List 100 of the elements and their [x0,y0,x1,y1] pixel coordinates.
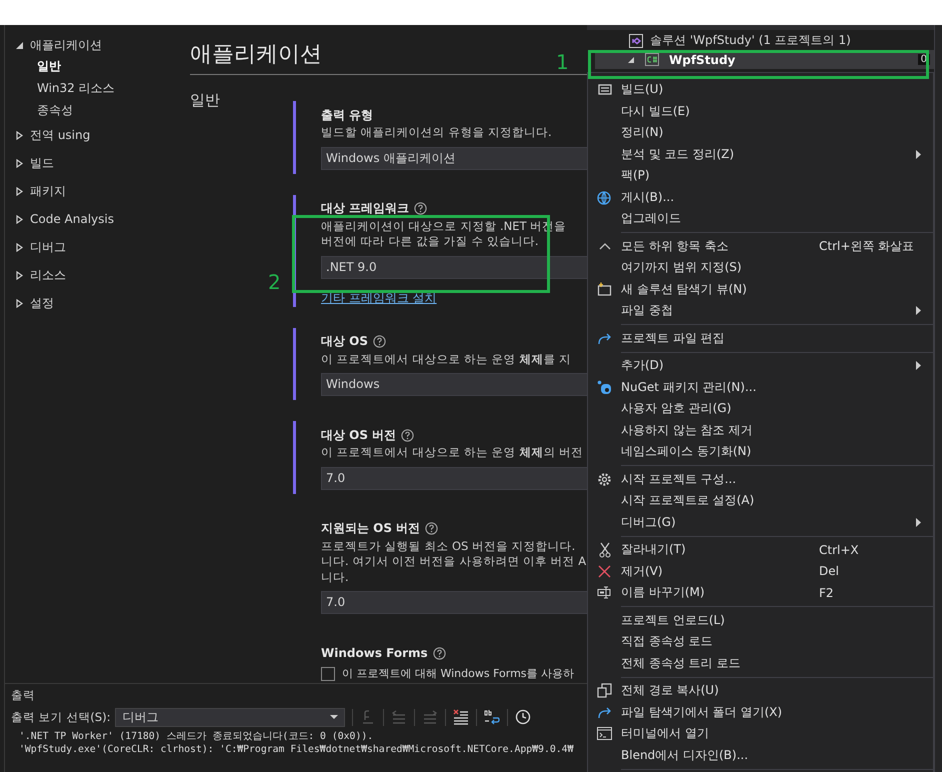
setting-description: 프로젝트가 실행될 최소 OS 버전을 지정합니다. [321,538,576,554]
scissors-icon [598,542,610,558]
menu-item[interactable]: 프로젝트 파일 편집 [621,330,819,347]
shortcut-text: Ctrl+X [819,542,859,557]
menu-item[interactable]: 직접 종속성 로드 [621,633,819,650]
redo-arrow-icon [597,706,612,719]
menu-item[interactable]: 파일 탐색기에서 폴더 열기(X) [621,704,819,721]
menu-item[interactable]: 파일 중첩 [621,302,819,320]
menu-item[interactable]: 업그레이드 [621,210,819,228]
install-link[interactable]: 기타 프레임워크 설치 [321,290,437,306]
setting-title: 지원되는 OS 버전 [321,520,420,537]
expanded-triangle-icon[interactable] [627,56,635,64]
delete-x-icon [598,564,611,578]
setting-title: 대상 프레임워크 [321,200,410,217]
dropdown-field[interactable]: 7.0 [321,591,587,614]
menu-item[interactable]: 이름 바꾸기(M) [621,584,819,602]
menu-item[interactable]: 프로젝트 언로드(L) [621,612,819,629]
collapsed-triangle-icon[interactable] [15,298,24,308]
menu-item[interactable]: 전체 종속성 트리 로드 [621,654,819,672]
settings-icon [597,472,612,487]
setting-description: 버전에 따라 다른 값을 가질 수 있습니다. [321,234,540,250]
dropdown-field[interactable]: .NET 9.0 [321,256,587,278]
help-icon[interactable] [425,522,438,535]
menu-item[interactable]: 게시(B)... [621,188,819,206]
shortcut-text: Ctrl+왼쪽 화살표 [819,238,914,255]
sidebar-item[interactable]: 패키지 [30,182,66,200]
project-name: WpfStudy [669,52,736,66]
menu-item[interactable]: 시작 프로젝트 구성... [621,470,819,488]
source-label: 출력 보기 선택(S): [11,710,110,724]
sidebar-item[interactable]: 애플리케이션 [30,36,102,54]
setting-description: 이 프로젝트에서 대상으로 하는 운영 체제의 버전 [321,445,584,460]
menu-item[interactable]: 제거(V) [621,562,819,580]
dropdown-field[interactable]: Windows 애플리케이션 [321,146,587,170]
sidebar-subitem[interactable]: Win32 리소스 [15,77,115,99]
menu-item[interactable]: 팩(P) [621,167,819,184]
sidebar-subitem[interactable]: 일반 [15,55,61,77]
menu-item[interactable]: 새 솔루션 탐색기 뷰(N) [621,280,819,298]
expanded-triangle-icon[interactable] [15,40,24,50]
menu-item[interactable]: 사용하지 않는 참조 제거 [621,422,819,439]
setting-description: 니다. 여기서 이전 버전을 사용하려면 이후 버전 A [321,554,587,570]
page-title: 애플리케이션 [189,41,322,69]
menu-item[interactable]: 잘라내기(T) [621,541,819,558]
collapsed-triangle-icon[interactable] [15,242,24,252]
annotation-number: 1 [556,50,569,74]
help-icon[interactable] [373,335,386,348]
menu-item[interactable]: 네임스페이스 동기화(N) [621,443,819,460]
menu-item[interactable]: 디버그(G) [621,514,819,531]
menu-item[interactable]: 시작 프로젝트로 설정(A) [621,492,819,510]
menu-item[interactable]: 전체 경로 복사(U) [621,682,819,700]
help-icon[interactable] [414,202,428,215]
rename-icon [597,586,612,600]
collapsed-triangle-icon[interactable] [15,186,24,196]
sidebar-item[interactable]: Code Analysis [30,212,114,226]
setting-title: 대상 OS 버전 [321,426,396,444]
menu-item[interactable]: NuGet 패키지 관리(N)... [621,378,819,396]
setting-description: 니다. [321,570,350,585]
help-icon[interactable] [432,646,446,660]
redo-arrow-icon [597,332,612,345]
sidebar-item[interactable]: 설정 [30,294,54,312]
collapsed-triangle-icon[interactable] [15,158,24,168]
setting-title: Windows Forms [321,646,428,660]
setting-title: 출력 유형 [321,106,374,124]
menu-item[interactable]: 모든 하위 항목 축소 [621,238,819,255]
checkbox[interactable] [321,666,335,680]
output-line: '.NET TP Worker' (17180) 스레드가 종료되었습니다(코드: 0 (0x0)). [18,730,374,743]
nuget-icon [597,380,612,395]
setting-description: 이 프로젝트에서 대상으로 하는 운영 체제를 지 [321,352,572,367]
menu-item[interactable]: 여기까지 범위 지정(S) [621,259,819,276]
solution-node[interactable]: 솔루션 'WpfStudy' (1 프로젝트의 1) [650,32,851,49]
sidebar-item[interactable]: 빌드 [30,154,54,172]
collapsed-triangle-icon[interactable] [15,130,24,140]
build-icon [598,84,612,96]
collapsed-triangle-icon[interactable] [15,270,24,280]
globe-icon [597,190,612,205]
clock-icon[interactable] [515,709,532,725]
help-icon[interactable] [401,428,414,442]
output-source-dropdown[interactable]: 디버그 [115,708,346,726]
project-icon [645,53,659,66]
setting-description: 빌드할 애플리케이션의 유형을 지정합니다. [321,125,553,140]
output-line: 'WpfStudy.exe'(CoreCLR: clrhost): 'C:₩Program Files₩dotnet₩shared₩Microsoft.NETCore.App₩9.0.4₩ [18,743,574,756]
checkbox-label: 이 프로젝트에 대해 Windows Forms를 사용하 [342,666,574,681]
sidebar-item[interactable]: 디버그 [30,238,66,256]
collapsed-triangle-icon[interactable] [15,214,24,224]
clear-all-icon[interactable] [453,709,470,725]
sidebar-item[interactable]: 전역 using [30,126,90,144]
menu-item[interactable]: Blend에서 디자인(B)... [621,746,819,764]
new-window-icon [597,282,612,296]
menu-item[interactable]: 빌드(U) [621,81,819,98]
menu-item[interactable]: 추가(D) [621,357,819,374]
dropdown-field[interactable]: 7.0 [321,466,587,490]
menu-item[interactable]: 정리(N) [621,124,819,142]
sidebar-item[interactable]: 리소스 [30,266,66,284]
sidebar-subitem[interactable]: 종속성 [15,99,73,121]
copy-icon [597,683,612,698]
menu-item[interactable]: 다시 빌드(E) [621,102,819,120]
menu-item[interactable]: 분석 및 코드 정리(Z) [621,146,819,163]
word-wrap-icon[interactable] [484,709,500,725]
menu-item[interactable]: 사용자 암호 관리(G) [621,400,819,418]
dropdown-field[interactable]: Windows [321,373,587,396]
menu-item[interactable]: 터미널에서 열기 [621,725,819,742]
